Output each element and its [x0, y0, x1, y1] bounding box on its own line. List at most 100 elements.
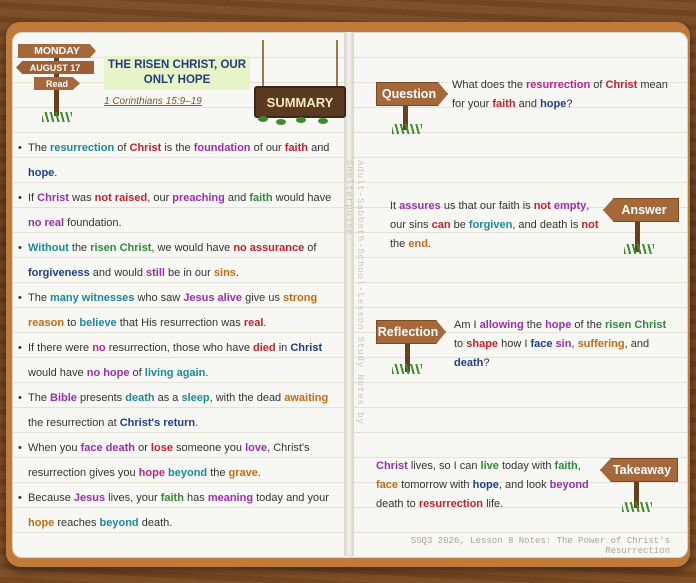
highlight-word: still	[146, 267, 165, 279]
highlight-word: no	[92, 342, 106, 354]
highlight-word: not	[533, 200, 551, 212]
summary-point: The resurrection of Christ is the founda…	[18, 136, 340, 186]
highlight-word: Jesus	[73, 492, 106, 504]
highlight-word: faith	[249, 192, 273, 204]
highlight-word: empty	[553, 200, 587, 212]
highlight-word: can	[431, 219, 451, 231]
answer-text: It assures us that our faith is not empt…	[390, 200, 599, 250]
highlight-word: Without	[28, 242, 69, 254]
highlight-word: forgiveness	[28, 267, 90, 279]
leaf-icon	[318, 118, 328, 124]
highlight-word: real	[243, 317, 264, 329]
highlight-word: beyond	[549, 479, 589, 491]
highlight-word: meaning	[207, 492, 254, 504]
highlight-word: sins	[213, 267, 236, 279]
rope	[262, 40, 264, 88]
highlight-word: hope	[545, 319, 572, 331]
date-sign: AUGUST 17	[16, 61, 94, 74]
highlight-word: sin	[555, 338, 572, 350]
reflection-sign: Reflection	[376, 320, 446, 344]
highlight-word: risen Christ	[90, 242, 152, 254]
highlight-word: not	[581, 219, 599, 231]
reflection-text: Am I allowing the hope of the risen Chri…	[454, 319, 667, 369]
highlight-word: believe	[79, 317, 117, 329]
highlight-word: face	[376, 479, 399, 491]
highlight-word: Bible	[50, 392, 77, 404]
highlight-word: no hope	[86, 367, 130, 379]
summary-point: The many witnesses who saw Jesus alive g…	[18, 286, 340, 336]
lesson-title-line1: THE RISEN CHRIST, OUR	[107, 59, 246, 71]
highlight-word: hope	[472, 479, 499, 491]
highlight-word: resurrection	[50, 142, 115, 154]
highlight-word: Christ	[129, 142, 162, 154]
takeaway-text: Christ lives, so I can live today with f…	[376, 460, 589, 510]
highlight-word: sleep	[181, 392, 210, 404]
answer-sign: Answer	[603, 198, 679, 222]
summary-point: Without the risen Christ, we would have …	[18, 236, 340, 286]
grass-icon	[624, 244, 654, 254]
highlight-word: grave	[228, 467, 258, 479]
highlight-word: suffering	[577, 338, 625, 350]
highlight-word: risen Christ	[605, 319, 667, 331]
summary-point: If Christ was not raised, our preaching …	[18, 186, 340, 236]
lesson-title: THE RISEN CHRIST, OUR ONLY HOPE	[104, 56, 250, 90]
highlight-word: death	[454, 357, 484, 369]
highlight-word: hope	[28, 517, 55, 529]
highlight-word: allowing	[479, 319, 524, 331]
summary-point: Because Jesus lives, your faith has mean…	[18, 486, 340, 536]
highlight-word: living again	[144, 367, 206, 379]
highlight-word: hope	[138, 467, 165, 479]
leaf-icon	[276, 119, 286, 125]
highlight-word: Christ	[605, 79, 638, 91]
highlight-word: Christ	[37, 192, 69, 204]
grass-icon	[622, 502, 652, 512]
highlight-word: Christ	[290, 342, 323, 354]
highlight-word: faith	[160, 492, 184, 504]
highlight-word: no real	[28, 217, 65, 229]
highlight-word: Christ's return	[119, 417, 196, 429]
vertical-credit: Adult-Sabbath-School-Lesson Study Notes …	[344, 160, 366, 425]
summary-point: The Bible presents death as a sleep, wit…	[18, 386, 340, 436]
summary-point: If there were no resurrection, those who…	[18, 336, 340, 386]
highlight-word: resurrection	[526, 79, 591, 91]
question-sign: Question	[376, 82, 448, 106]
highlight-word: died	[253, 342, 276, 354]
highlight-word: hope	[28, 167, 55, 179]
highlight-word: forgiven	[468, 219, 513, 231]
highlight-word: awaiting	[284, 392, 329, 404]
highlight-word: lose	[150, 442, 173, 454]
highlight-word: faith	[492, 98, 516, 110]
highlight-word: no assurance	[233, 242, 305, 254]
summary-sign: SUMMARY	[254, 86, 346, 118]
footer-note: SSQ3 2026, Lesson 8 Notes: The Power of …	[410, 536, 670, 556]
question-text: What does the resurrection of Christ mea…	[452, 79, 668, 110]
day-sign: MONDAY	[18, 44, 96, 58]
highlight-word: love	[245, 442, 268, 454]
leaf-icon	[258, 116, 268, 122]
highlight-word: faith	[284, 142, 309, 154]
grass-icon	[42, 112, 72, 122]
summary-list: The resurrection of Christ is the founda…	[18, 136, 340, 536]
highlight-word: face	[530, 338, 553, 350]
takeaway-sign: Takeaway	[600, 458, 678, 482]
highlight-word: faith	[554, 460, 578, 472]
highlight-word: end	[408, 238, 428, 250]
scripture-reference[interactable]: 1 Corinthians 15:9–19	[104, 96, 224, 107]
grass-icon	[392, 364, 422, 374]
highlight-word: death	[125, 392, 155, 404]
highlight-word: hope	[540, 98, 567, 110]
highlight-word: beyond	[168, 467, 208, 479]
highlight-word: shape	[466, 338, 499, 350]
highlight-word: not raised	[94, 192, 148, 204]
highlight-word: Christ	[376, 460, 408, 472]
grass-icon	[392, 124, 422, 134]
highlight-word: live	[480, 460, 499, 472]
read-sign: Read	[34, 77, 80, 90]
highlight-word: face death	[80, 442, 136, 454]
highlight-word: preaching	[172, 192, 225, 204]
lesson-title-line2: ONLY HOPE	[143, 74, 211, 86]
leaf-icon	[296, 117, 306, 123]
rope	[336, 40, 338, 88]
summary-point: When you face death or lose someone you …	[18, 436, 340, 486]
highlight-word: Jesus alive	[183, 292, 243, 304]
